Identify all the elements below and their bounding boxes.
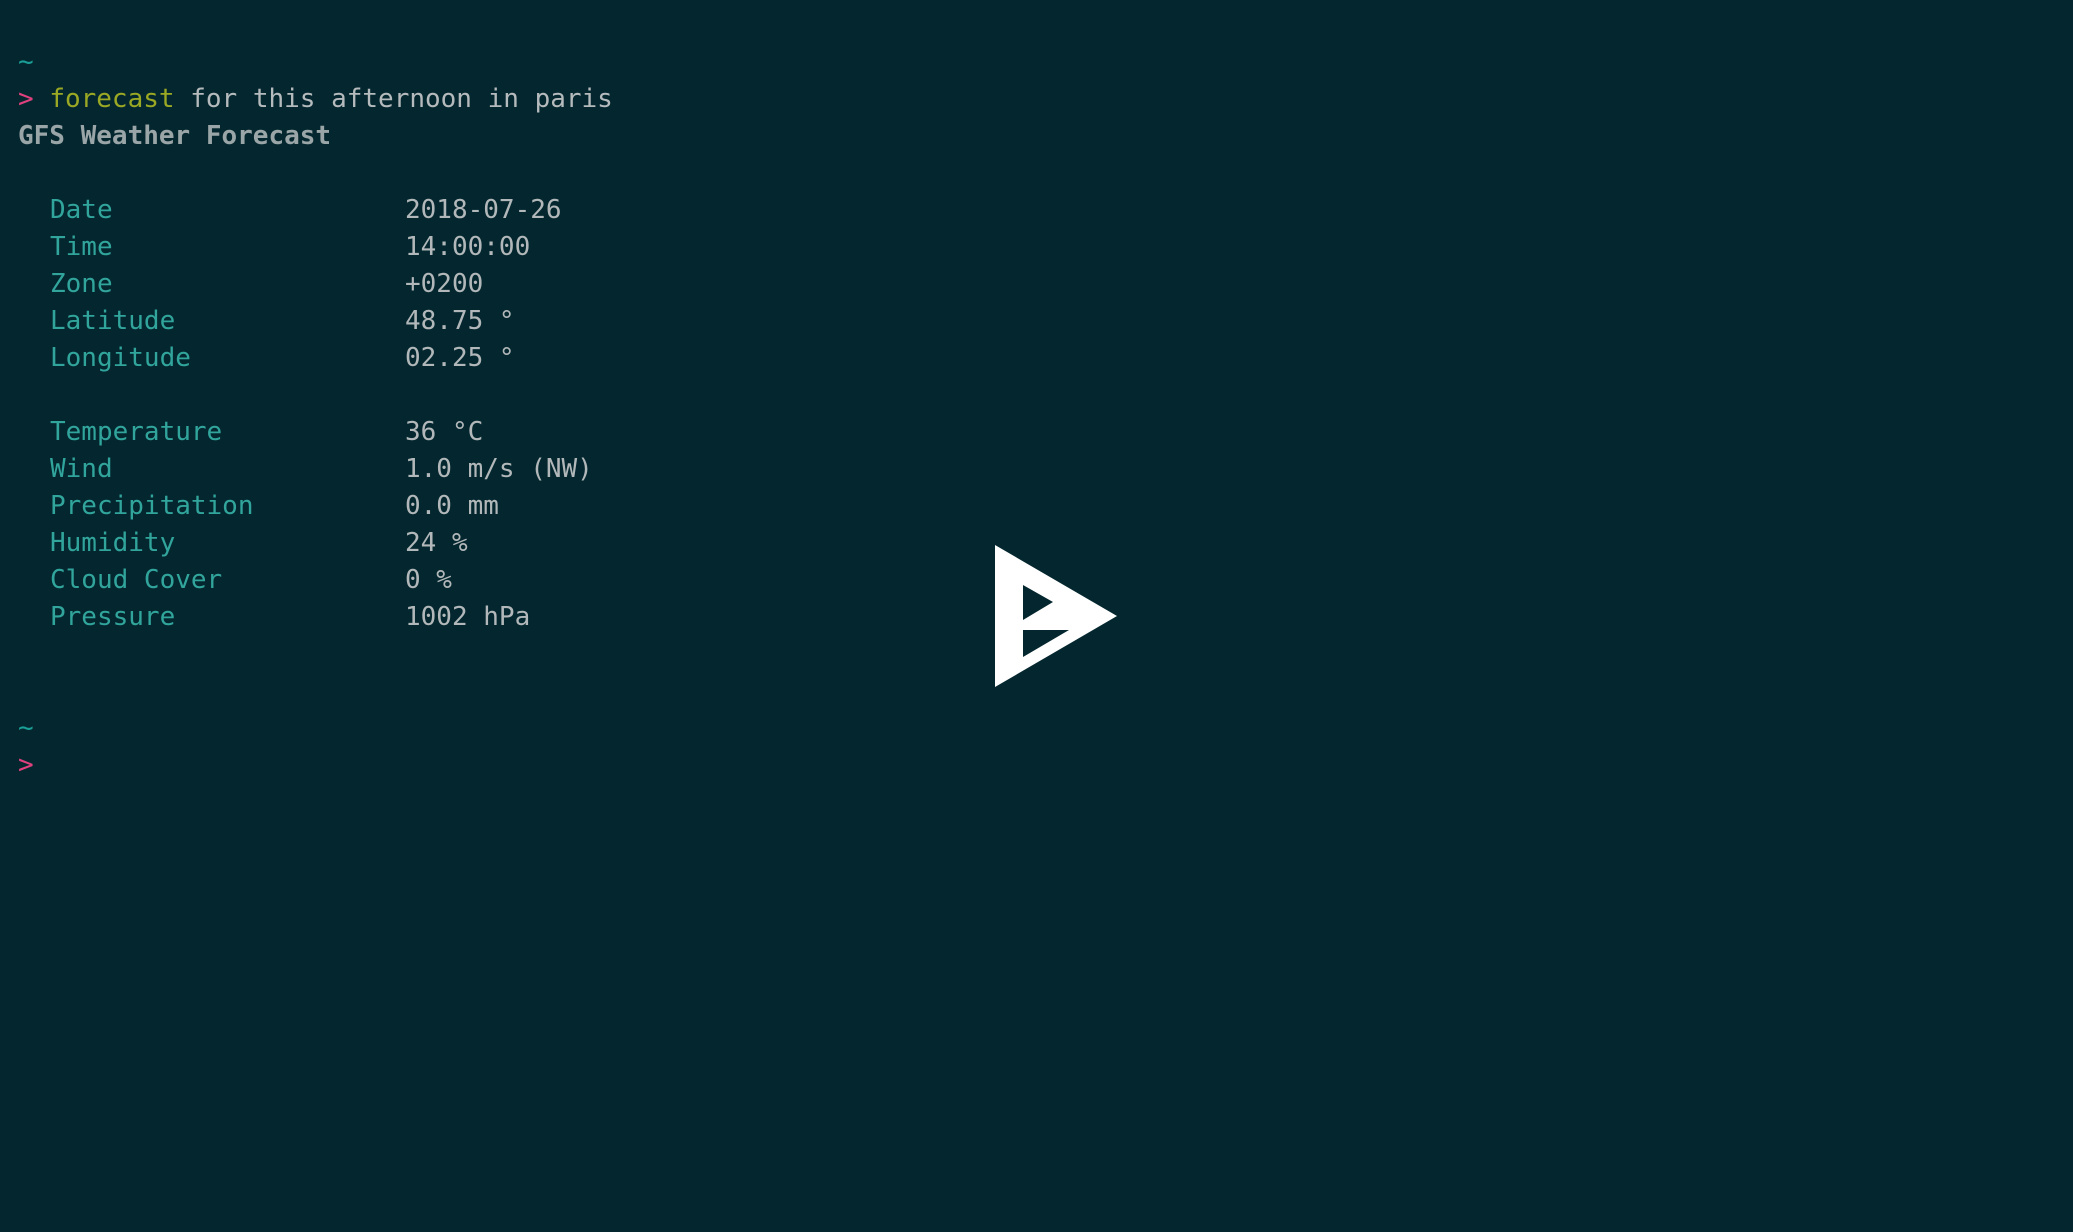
row-label: Humidity bbox=[50, 528, 176, 558]
table-row: Time 14:00:00 bbox=[0, 229, 2073, 266]
row-label: Longitude bbox=[50, 343, 191, 373]
directory-indicator-top: ~ bbox=[0, 44, 2073, 81]
table-row: Date 2018-07-26 bbox=[0, 192, 2073, 229]
row-value: +0200 bbox=[405, 269, 484, 299]
directory-indicator-bottom: ~ bbox=[0, 710, 2073, 747]
table-row: Zone +0200 bbox=[0, 266, 2073, 303]
row-label: Zone bbox=[50, 269, 113, 299]
row-label: Latitude bbox=[50, 306, 176, 336]
table-row: Longitude 02.25 ° bbox=[0, 340, 2073, 377]
table-row: Latitude 48.75 ° bbox=[0, 303, 2073, 340]
command-line: > forecast for this afternoon in paris bbox=[0, 81, 2073, 118]
row-value: 02.25 ° bbox=[405, 343, 515, 373]
prompt-symbol: > bbox=[18, 750, 34, 780]
prompt-symbol: > bbox=[18, 84, 34, 114]
row-label: Temperature bbox=[50, 417, 223, 447]
row-value: 14:00:00 bbox=[405, 232, 531, 262]
row-label: Time bbox=[50, 232, 113, 262]
row-value: 0.0 mm bbox=[405, 491, 499, 521]
row-label: Wind bbox=[50, 454, 113, 484]
table-row: Precipitation 0.0 mm bbox=[0, 488, 2073, 525]
row-label: Pressure bbox=[50, 602, 176, 632]
row-value: 2018-07-26 bbox=[405, 195, 562, 225]
terminal-window: ~ > forecast for this afternoon in paris… bbox=[0, 0, 2073, 1232]
row-value: 24 % bbox=[405, 528, 468, 558]
location-section: Date 2018-07-26 Time 14:00:00 Zone +0200 La… bbox=[0, 192, 2073, 377]
table-row: Wind 1.0 m/s (NW) bbox=[0, 451, 2073, 488]
row-label: Cloud Cover bbox=[50, 565, 223, 595]
row-value: 1.0 m/s (NW) bbox=[405, 454, 593, 484]
tilde-symbol: ~ bbox=[18, 713, 34, 743]
row-value: 48.75 ° bbox=[405, 306, 515, 336]
play-triangle-logo bbox=[995, 545, 1117, 687]
output-heading: GFS Weather Forecast bbox=[18, 121, 332, 151]
tilde-symbol: ~ bbox=[18, 47, 34, 77]
table-row: Temperature 36 °C bbox=[0, 414, 2073, 451]
command-name: forecast bbox=[49, 84, 175, 114]
row-value: 36 °C bbox=[405, 417, 484, 447]
row-label: Date bbox=[50, 195, 113, 225]
row-value: 0 % bbox=[405, 565, 452, 595]
active-prompt-line[interactable]: > bbox=[0, 747, 2073, 784]
row-label: Precipitation bbox=[50, 491, 254, 521]
row-value: 1002 hPa bbox=[405, 602, 531, 632]
command-space bbox=[34, 84, 50, 114]
command-arguments: for this afternoon in paris bbox=[174, 84, 613, 114]
